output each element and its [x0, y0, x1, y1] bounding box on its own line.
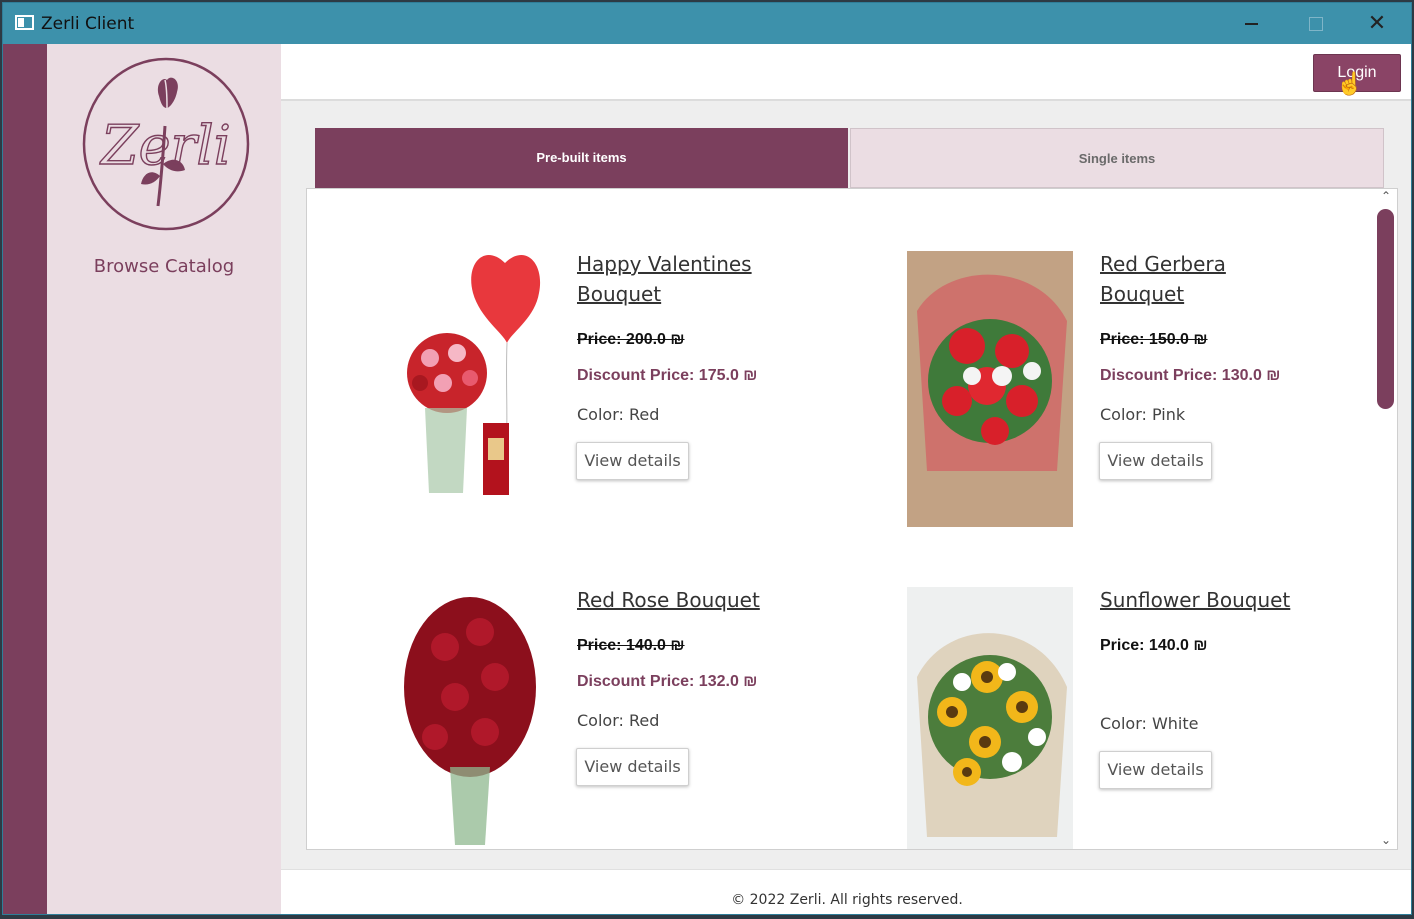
product-name[interactable]: Red Rose Bouquet: [577, 585, 760, 615]
footer: © 2022 Zerli. All rights reserved.: [281, 869, 1411, 914]
maximize-icon[interactable]: [1285, 3, 1345, 44]
product-color: Color: Pink: [1100, 405, 1186, 424]
catalog-panel[interactable]: Happy Valentines Bouquet Price: 200.0 ₪ …: [306, 188, 1398, 850]
sidebar: Zerli Browse Catalog: [47, 44, 281, 914]
product-price: Price: 140.0 ₪: [1100, 637, 1208, 654]
product-price: Price: 140.0 ₪: [577, 637, 685, 654]
scroll-up-icon[interactable]: ⌃: [1381, 189, 1391, 203]
app-icon: [15, 15, 34, 30]
product-name[interactable]: Happy Valentines: [577, 249, 752, 279]
view-details-button[interactable]: View details: [1099, 442, 1212, 480]
product-name[interactable]: Sunflower Bouquet: [1100, 585, 1290, 615]
product-discount-price: Discount Price: 130.0 ₪: [1100, 367, 1281, 384]
product-discount-price: Discount Price: 175.0 ₪: [577, 367, 758, 384]
accent-stripe: [3, 44, 47, 914]
scroll-down-icon[interactable]: ⌄: [1381, 833, 1391, 847]
scrollbar-thumb[interactable]: [1377, 209, 1394, 409]
product-name[interactable]: Red Gerbera: [1100, 249, 1226, 279]
product-color: Color: White: [1100, 714, 1199, 733]
login-button[interactable]: Login: [1313, 54, 1401, 92]
product-discount-price: Discount Price: 132.0 ₪: [577, 673, 758, 690]
top-bar: Login: [281, 44, 1411, 101]
tab-single-items[interactable]: Single items: [850, 128, 1384, 188]
product-image: [385, 233, 551, 509]
window-title: Zerli Client: [41, 14, 135, 34]
tab-pre-built-items[interactable]: Pre-built items: [315, 128, 848, 188]
app-window: Zerli Client ✕ Zerli Browse Catalog Logi…: [2, 2, 1412, 915]
product-image: [907, 587, 1073, 849]
browse-catalog-link[interactable]: Browse Catalog: [47, 256, 281, 277]
title-bar[interactable]: Zerli Client ✕: [3, 3, 1411, 44]
minimize-icon[interactable]: [1223, 3, 1283, 44]
close-icon[interactable]: ✕: [1347, 3, 1407, 44]
product-color: Color: Red: [577, 405, 660, 424]
product-color: Color: Red: [577, 711, 660, 730]
view-details-button[interactable]: View details: [1099, 751, 1212, 789]
product-name-line2[interactable]: Bouquet: [1100, 279, 1184, 309]
view-details-button[interactable]: View details: [576, 442, 689, 480]
product-image: [385, 587, 551, 849]
product-price: Price: 200.0 ₪: [577, 331, 685, 348]
product-name-line2[interactable]: Bouquet: [577, 279, 661, 309]
logo-wordmark: Zerli: [99, 114, 231, 177]
product-image: [907, 251, 1073, 527]
zerli-logo: Zerli: [82, 57, 250, 231]
view-details-button[interactable]: View details: [576, 748, 689, 786]
product-price: Price: 150.0 ₪: [1100, 331, 1208, 348]
copyright-text: © 2022 Zerli. All rights reserved.: [731, 892, 963, 908]
